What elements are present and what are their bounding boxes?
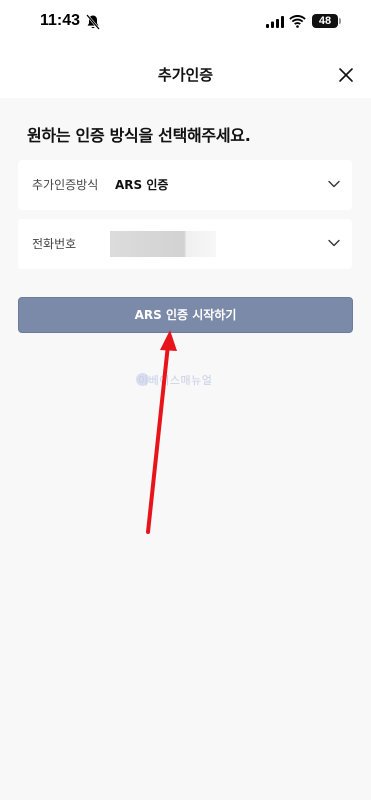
battery-tip [339, 18, 341, 24]
phone-number-label: 전화번호 [32, 237, 77, 251]
status-bar: 11:43 48 [0, 0, 371, 46]
battery-icon: 48 [312, 14, 338, 28]
wifi-icon [289, 15, 306, 28]
nav-bar: 추가인증 [0, 46, 371, 98]
chevron-down-icon [328, 180, 340, 188]
status-time: 11:43 [40, 12, 81, 29]
chevron-down-icon [328, 239, 340, 247]
phone-number-select[interactable]: 전화번호 [18, 219, 352, 269]
page-title: 추가인증 [157, 66, 214, 84]
ars-start-button[interactable]: ARS 인증 시작하기 [18, 297, 353, 333]
main-content: 원하는 인증 방식을 선택해주세요. 추가인증방식 ARS 인증 전화번호 AR… [0, 98, 371, 800]
bell-slash-icon [86, 14, 100, 30]
masked-phone-number [110, 231, 216, 257]
close-icon[interactable] [334, 63, 358, 87]
signal-icon [266, 16, 284, 28]
instruction-heading: 원하는 인증 방식을 선택해주세요. [27, 126, 251, 145]
watermark-text: 이베이스매뉴얼 [138, 374, 213, 387]
auth-method-value: ARS 인증 [115, 178, 169, 192]
auth-method-label: 추가인증방식 [32, 178, 99, 192]
auth-method-select[interactable]: 추가인증방식 ARS 인증 [18, 160, 352, 210]
